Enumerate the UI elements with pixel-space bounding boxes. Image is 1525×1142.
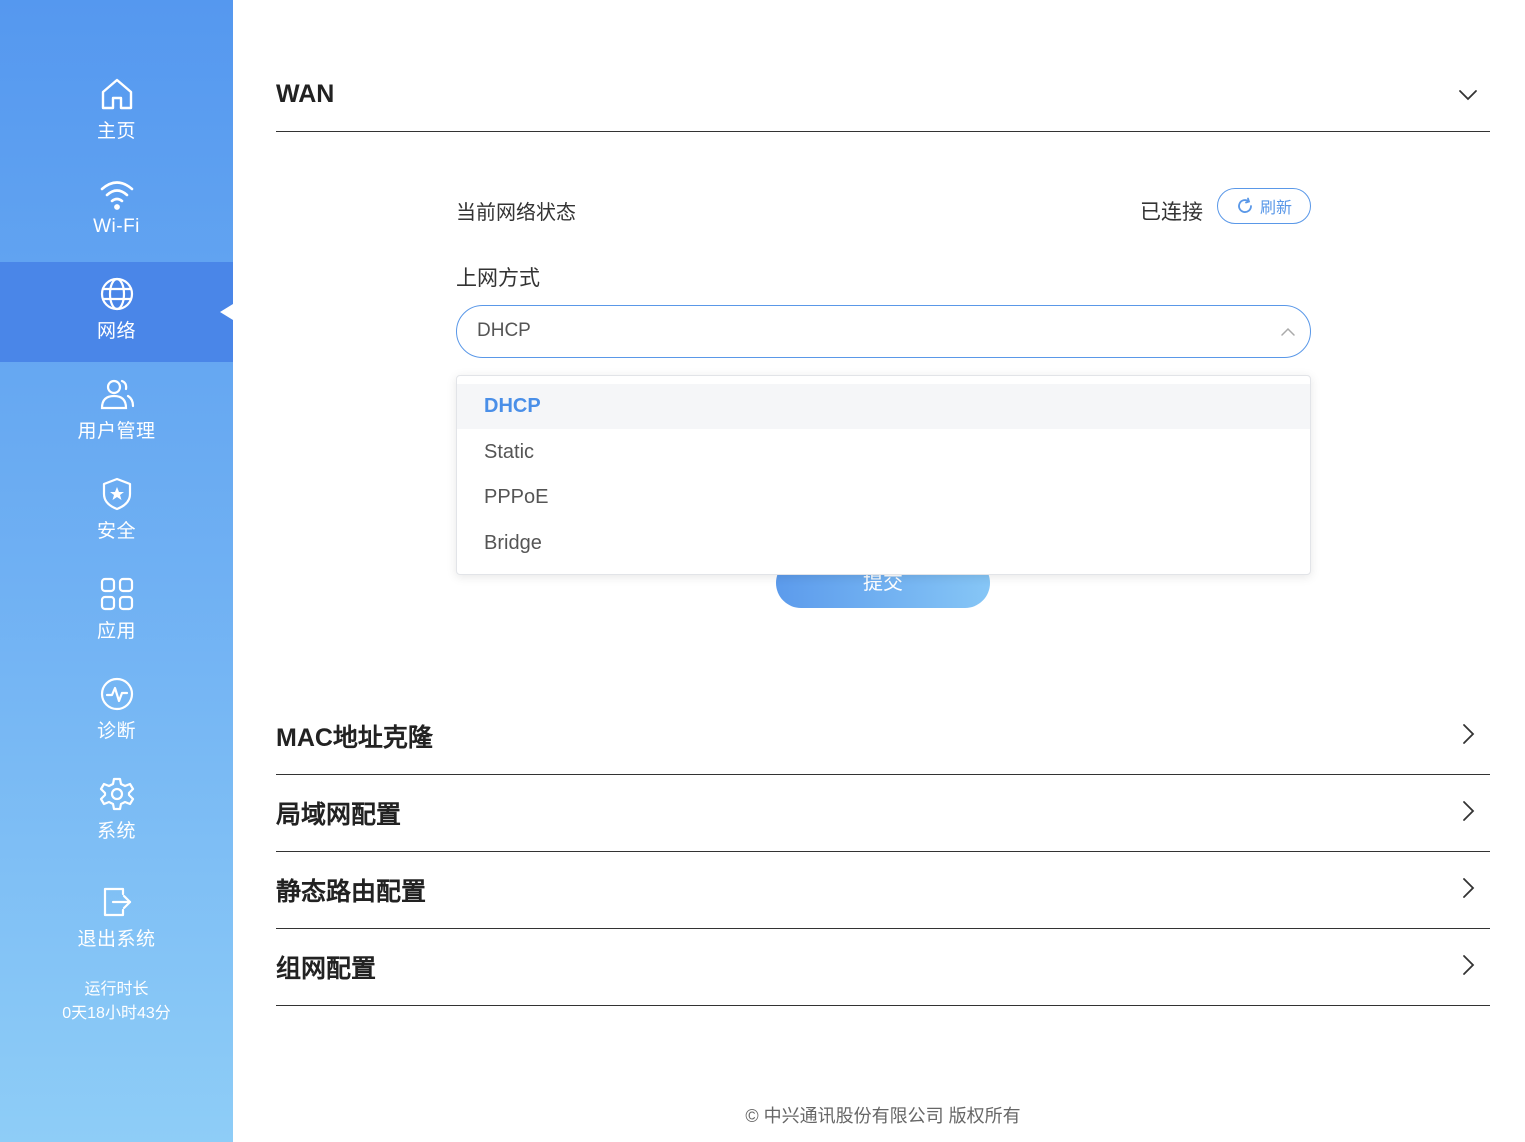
sidebar-item-users[interactable]: 用户管理 — [0, 362, 233, 462]
connection-mode-dropdown: DHCP Static PPPoE Bridge — [456, 375, 1311, 575]
sidebar-item-label: Wi-Fi — [93, 216, 140, 237]
chevron-right-icon — [1463, 801, 1475, 821]
sidebar-item-home[interactable]: 主页 — [0, 62, 233, 162]
network-status-row: 当前网络状态 已连接 刷新 — [456, 188, 1311, 228]
sidebar-item-label: 应用 — [96, 621, 136, 642]
refresh-label: 刷新 — [1259, 200, 1292, 217]
globe-icon — [100, 277, 133, 311]
main-content: WAN 当前网络状态 已连接 刷新 上网方式 DHCP 提交 DHCP Stat… — [276, 0, 1490, 1142]
sidebar-item-label: 用户管理 — [77, 421, 156, 442]
sidebar-item-label: 安全 — [96, 521, 136, 542]
sidebar-item-diagnostics[interactable]: 诊断 — [0, 662, 233, 762]
section-lan-config[interactable]: 局域网配置 — [276, 775, 1490, 852]
pulse-icon — [100, 677, 133, 711]
connection-mode-select[interactable]: DHCP — [456, 305, 1311, 358]
sidebar-item-logout[interactable]: 退出系统 — [0, 870, 233, 970]
section-title: 静态路由配置 — [276, 878, 427, 906]
uptime-label: 运行时长 — [84, 981, 149, 998]
sidebar-item-label: 主页 — [96, 121, 136, 142]
section-title: MAC地址克隆 — [276, 724, 433, 752]
wifi-icon — [100, 181, 133, 210]
section-mesh-config[interactable]: 组网配置 — [276, 929, 1490, 1006]
sidebar-item-apps[interactable]: 应用 — [0, 562, 233, 662]
shield-star-icon — [102, 477, 131, 511]
section-title: 局域网配置 — [276, 801, 402, 829]
wan-title: WAN — [276, 80, 335, 108]
section-static-route[interactable]: 静态路由配置 — [276, 852, 1490, 929]
status-label: 当前网络状态 — [456, 202, 576, 224]
connection-mode-value: DHCP — [477, 320, 531, 341]
sidebar-item-wifi[interactable]: Wi-Fi — [0, 162, 233, 262]
footer-copyright: © 中兴通讯股份有限公司 版权所有 — [745, 1106, 1021, 1126]
section-title: 组网配置 — [276, 955, 377, 983]
chevron-right-icon — [1463, 955, 1475, 975]
refresh-icon — [1238, 197, 1252, 213]
option-pppoe[interactable]: PPPoE — [457, 475, 1310, 520]
sidebar-item-security[interactable]: 安全 — [0, 462, 233, 562]
sidebar-item-label: 网络 — [96, 321, 136, 342]
gear-icon — [99, 777, 134, 811]
sidebar-item-label: 退出系统 — [77, 929, 156, 950]
connection-mode-label: 上网方式 — [456, 267, 540, 290]
option-dhcp[interactable]: DHCP — [457, 384, 1310, 429]
chevron-right-icon — [1463, 878, 1475, 898]
apps-grid-icon — [100, 577, 133, 611]
chevron-up-icon — [1281, 327, 1295, 336]
refresh-button[interactable]: 刷新 — [1217, 188, 1311, 224]
sidebar-item-label: 诊断 — [96, 721, 136, 742]
logout-icon — [103, 887, 131, 917]
uptime-value: 0天18小时43分 — [62, 1005, 171, 1022]
uptime: 运行时长 0天18小时43分 — [0, 978, 233, 1026]
sidebar-item-network[interactable]: 网络 — [0, 262, 233, 362]
wan-section-header[interactable]: WAN — [276, 58, 1490, 132]
chevron-right-icon — [1463, 724, 1475, 744]
users-icon — [100, 379, 134, 410]
sidebar-item-system[interactable]: 系统 — [0, 762, 233, 862]
chevron-down-icon[interactable] — [1456, 83, 1480, 107]
sidebar-item-label: 系统 — [96, 821, 136, 842]
status-value: 已连接 — [1140, 201, 1203, 224]
option-static[interactable]: Static — [457, 430, 1310, 475]
option-bridge[interactable]: Bridge — [457, 521, 1310, 566]
section-mac-clone[interactable]: MAC地址克隆 — [276, 698, 1490, 775]
home-icon — [101, 78, 132, 110]
sidebar: 主页 Wi-Fi 网络 用户管理 安全 应用 诊断 系统 退出系统 运行时长 0… — [0, 0, 233, 1142]
